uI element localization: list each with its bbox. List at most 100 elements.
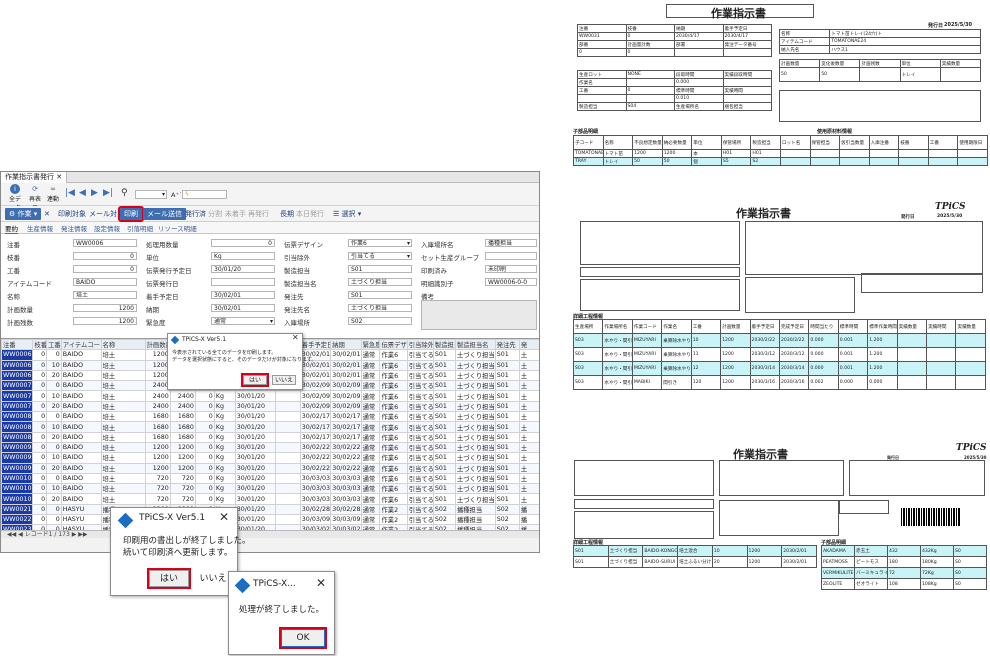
table-row[interactable]: WW0008 0 0 BAIDO 培土 1680 1680 0 Kg 30/01/20 30/02/… (1, 411, 539, 423)
hikiate-select[interactable]: 引当てる (348, 252, 412, 260)
table-row[interactable]: WW0010 0 20 BAIDO 培土 720 720 0 Kg 30/01/20 30/03/0… (1, 493, 539, 505)
tab-production[interactable]: 生産情報 (27, 223, 53, 233)
yes-button[interactable]: はい (241, 373, 269, 387)
close-icon[interactable]: ✕ (219, 510, 229, 524)
no-button[interactable]: いいえ (272, 375, 296, 385)
prev-record-icon[interactable]: ◀ (79, 188, 86, 198)
last-record-icon[interactable]: ▶| (103, 188, 113, 198)
search-input[interactable]: ϟ (182, 190, 227, 199)
set-group-field[interactable] (485, 252, 537, 260)
table-cell: 1680 (169, 421, 196, 433)
today-issue-button[interactable]: 本日発行 (294, 208, 326, 220)
table-cell: 通常 (360, 400, 381, 413)
close-icon[interactable]: ✕ (292, 333, 299, 342)
item-code-field[interactable]: BAIDO (73, 278, 137, 286)
close-x-icon[interactable]: ✕ (42, 208, 52, 220)
start-plan-field[interactable]: 30/02/01 (211, 291, 275, 299)
split-button[interactable]: 分割 (206, 208, 224, 220)
doc2-process-header: 作業コード (631, 319, 663, 334)
close-icon[interactable]: ✕ (316, 576, 326, 590)
name-field[interactable]: 培土 (73, 291, 137, 299)
table-cell: WW0022 (1, 514, 34, 526)
doc1-parts-cell (868, 157, 900, 166)
print-button[interactable]: 印刷 (118, 206, 144, 222)
doc2-process-header: 生産場所 (572, 319, 604, 334)
design-select[interactable]: 作業6 (348, 239, 412, 247)
table-cell: S01 (494, 369, 520, 382)
place-name-field[interactable]: 播種担当 (485, 239, 537, 247)
first-record-icon[interactable]: |◀ (65, 188, 75, 198)
tab-settings[interactable]: 設定情報 (94, 223, 120, 233)
table-cell: 通常 (360, 349, 381, 361)
plan-rem-field[interactable]: 1200 (73, 317, 137, 325)
printed-field[interactable]: 未印刷 (485, 265, 537, 273)
table-row[interactable]: WW0008 0 20 BAIDO 培土 1680 1680 0 Kg 30/01/20 30/02… (1, 431, 539, 443)
table-cell: 土づくり担当 (454, 452, 496, 464)
tab-order[interactable]: 発注情報 (61, 223, 87, 233)
plan-qty-field[interactable]: 1200 (73, 304, 137, 312)
table-row[interactable]: WW002100HASYU播種120012000Kg30/01/2030/02/… (1, 503, 539, 516)
select-menu-button[interactable]: ☰ 選択 ▾ (331, 208, 363, 220)
table-cell: 土 (518, 421, 539, 433)
doc1-parts-cell (957, 157, 988, 166)
doc1-issue-label: 発行日 (928, 23, 944, 29)
next-record-icon[interactable]: ▶ (91, 188, 98, 198)
work-no-field[interactable]: 0 (73, 265, 137, 273)
search-mode-select[interactable] (135, 190, 167, 199)
tab-work-order-issue[interactable]: 作業指示書発行 ✕ (1, 172, 68, 183)
order-no-field[interactable]: WW0006 (73, 239, 137, 247)
proc-qty-field[interactable]: 0 (211, 239, 275, 247)
print-target-button[interactable]: 印刷対象 (56, 208, 88, 220)
tab-resource[interactable]: リソース明細 (158, 223, 197, 233)
table-row[interactable]: WW0008 0 10 BAIDO 培土 1680 1680 0 Kg 30/01/20 30/02… (1, 421, 539, 433)
table-row[interactable]: WW0009 0 20 BAIDO 培土 1200 1200 0 Kg 30/01/20 30/02… (1, 462, 539, 474)
doc2-process-cell (955, 361, 986, 376)
doc2-process-header: 実績時間 (926, 319, 957, 334)
table-cell: 1680 (144, 431, 171, 443)
issued-button[interactable]: 発行済 (183, 208, 208, 220)
font-size-icon[interactable]: A⁺˙ (171, 191, 182, 199)
table-cell: 通常 (360, 441, 381, 454)
ok-button[interactable]: OK (279, 627, 327, 649)
select-icon: ☰ (333, 210, 340, 218)
unit-field[interactable]: Kg (211, 252, 275, 260)
d1-place-label: 納入先名 (778, 45, 831, 54)
label-printed: 印刷済み (421, 267, 447, 275)
mfg-name-field[interactable]: 土づくり担当 (348, 278, 412, 286)
table-row[interactable]: WW0010 0 10 BAIDO 培土 720 720 0 Kg 30/01/20 30/03/0… (1, 483, 539, 495)
binoculars-icon[interactable]: ⚲ (121, 188, 128, 198)
issue-plan-field[interactable]: 30/01/20 (211, 265, 275, 273)
detail-id-field[interactable]: WW0006-0-0 (485, 278, 537, 286)
table-row[interactable]: WW0010 0 0 BAIDO 培土 720 720 0 Kg 30/01/20 30/03/03… (1, 472, 539, 485)
issue-date-field[interactable] (211, 278, 275, 286)
tab-withdraw[interactable]: 引落明細 (127, 223, 153, 233)
link-button[interactable]: ∞ 連動 (45, 184, 61, 203)
due-field[interactable]: 30/02/01 (211, 304, 275, 312)
table-row[interactable]: WW0007 0 10 BAIDO 培土 2400 2400 0 Kg 30/01/20 30/02… (1, 390, 539, 402)
yes-button[interactable]: はい (147, 568, 191, 589)
table-cell: 30/01/20 (234, 462, 276, 474)
table-row[interactable]: WW0009 0 0 BAIDO 培土 1200 1200 0 Kg 30/01/20 30/02/… (1, 441, 539, 454)
remarks-field[interactable] (421, 300, 537, 330)
mfg-field[interactable]: S01 (348, 265, 412, 273)
place-field[interactable]: S02 (348, 317, 412, 325)
table-row[interactable]: WW0007 0 20 BAIDO 培土 2400 2400 0 Kg 30/01/20 30/02… (1, 400, 539, 413)
mail-send-button[interactable]: メール送信 (143, 208, 186, 220)
reissue-button[interactable]: 再発行 (246, 208, 271, 220)
table-row[interactable]: WW002200HASYU播種120012000Kg30/01/2030/03/… (1, 514, 539, 526)
grid-column-header: 納期 (330, 339, 362, 351)
close-icon[interactable]: ✕ (56, 173, 62, 181)
unstarted-button[interactable]: 未着手 (223, 208, 248, 220)
work-menu-button[interactable]: ⚙ 作業 ▾ (5, 208, 42, 220)
table-row[interactable]: WW0009 0 10 BAIDO 培土 1200 1200 0 Kg 30/01/20 30/02… (1, 452, 539, 464)
branch-field[interactable]: 0 (73, 252, 137, 260)
doc1-parts-header: 製造担当 (750, 135, 781, 150)
vendor-name-field[interactable]: 土づくり担当 (348, 304, 412, 312)
table-cell: 作業6 (379, 390, 408, 402)
table-cell: S01 (494, 462, 520, 474)
urgency-select[interactable]: 通常 (211, 317, 275, 325)
no-button[interactable]: いいえ (193, 570, 233, 587)
vendor-field[interactable]: S01 (348, 291, 412, 299)
label-design: 伝票デザイン (284, 241, 323, 249)
table-cell: 土づくり担当 (454, 400, 496, 413)
